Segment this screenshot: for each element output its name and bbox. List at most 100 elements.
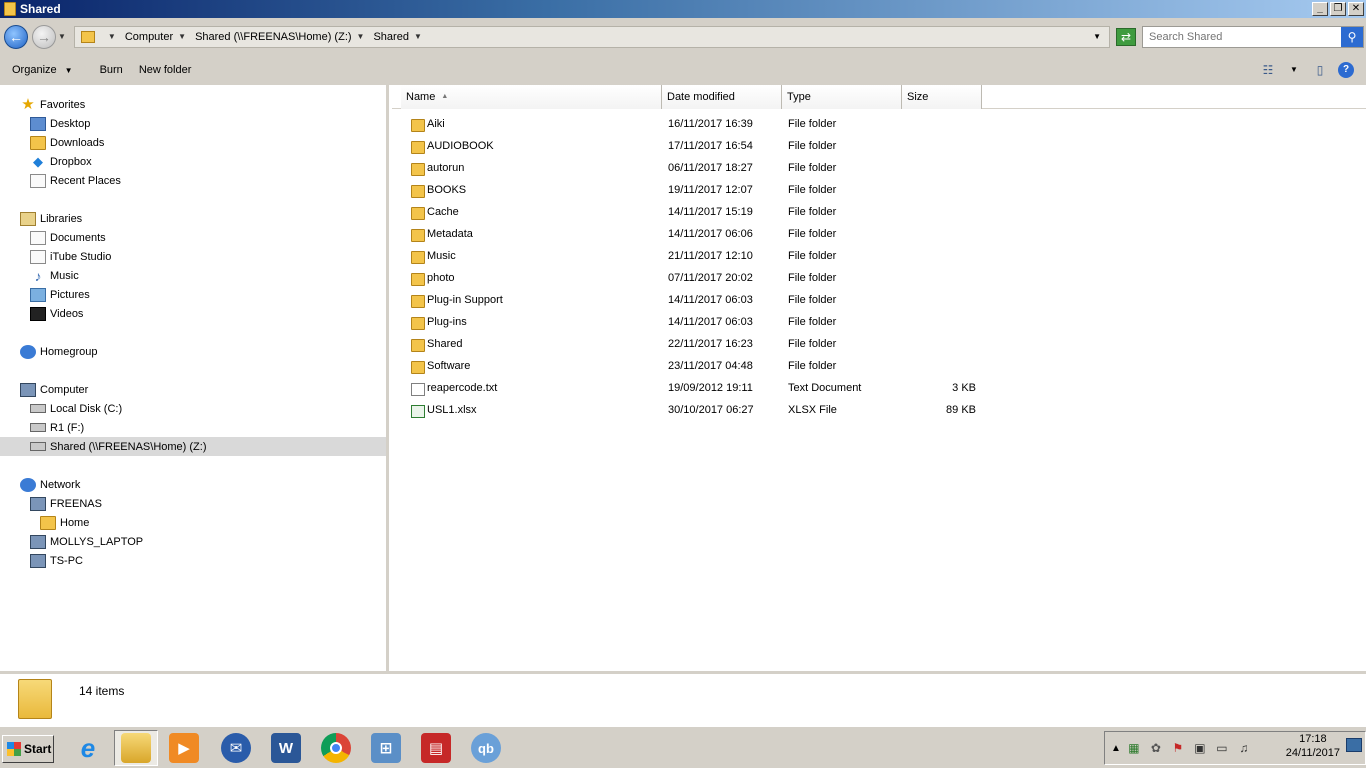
back-button[interactable]: ←	[4, 24, 28, 49]
help-icon[interactable]: ?	[1338, 62, 1354, 78]
address-history-dropdown[interactable]: ▼	[1093, 32, 1101, 41]
breadcrumb-shared-drive[interactable]: Shared (\\FREENAS\Home) (Z:)	[195, 31, 351, 43]
file-row[interactable]: Aiki 16/11/2017 16:39 File folder	[407, 115, 987, 135]
file-row[interactable]: Shared 22/11/2017 16:23 File folder	[407, 335, 987, 355]
view-options-icon[interactable]: ☷	[1260, 63, 1276, 77]
refresh-icon[interactable]: ⇄	[1116, 27, 1136, 46]
column-type[interactable]: Type	[782, 85, 902, 109]
nav-itube-studio[interactable]: iTube Studio	[30, 247, 111, 266]
file-row[interactable]: AUDIOBOOK 17/11/2017 16:54 File folder	[407, 137, 987, 157]
nav-r1-drive[interactable]: R1 (F:)	[30, 418, 84, 437]
forward-button[interactable]: →	[32, 24, 56, 49]
clock[interactable]: 17:18 24/11/2017	[1286, 732, 1340, 760]
shared-folder-icon	[40, 515, 56, 530]
new-folder-button[interactable]: New folder	[139, 64, 192, 76]
nav-documents[interactable]: Documents	[30, 228, 106, 247]
documents-icon	[30, 230, 46, 245]
file-row[interactable]: Metadata 14/11/2017 06:06 File folder	[407, 225, 987, 245]
nav-local-disk[interactable]: Local Disk (C:)	[30, 399, 122, 418]
file-date-modified: 14/11/2017 06:03	[668, 316, 753, 328]
nav-mollys-laptop[interactable]: MOLLYS_LAPTOP	[30, 532, 143, 551]
nav-videos[interactable]: Videos	[30, 304, 83, 323]
maximize-button[interactable]: ❐	[1330, 2, 1346, 16]
taskbar-chrome[interactable]	[314, 730, 358, 766]
chevron-down-icon[interactable]: ▼	[178, 32, 186, 41]
taskbar-network-app[interactable]: ⊞	[364, 730, 408, 766]
nav-downloads[interactable]: Downloads	[30, 133, 104, 152]
file-name: Software	[427, 360, 471, 372]
chevron-down-icon[interactable]: ▼	[108, 32, 116, 41]
chevron-down-icon[interactable]: ▼	[414, 32, 422, 41]
file-row[interactable]: autorun 06/11/2017 18:27 File folder	[407, 159, 987, 179]
close-button[interactable]: ✕	[1348, 2, 1364, 16]
network-status-icon[interactable]: ▦	[1126, 740, 1142, 756]
column-size[interactable]: Size	[902, 85, 982, 109]
file-name: autorun	[427, 162, 465, 174]
search-icon[interactable]: ⚲	[1341, 26, 1363, 47]
nav-shared-drive[interactable]: Shared (\\FREENAS\Home) (Z:)	[0, 437, 386, 456]
file-date-modified: 14/11/2017 06:03	[668, 294, 753, 306]
organize-button[interactable]: Organize ▼	[12, 64, 73, 76]
nav-dropbox[interactable]: ◆ Dropbox	[30, 152, 92, 171]
nav-freenas[interactable]: FREENAS	[30, 494, 102, 513]
taskbar-thunderbird[interactable]: ✉	[214, 730, 258, 766]
preview-pane-icon[interactable]: ▯	[1312, 63, 1328, 77]
minimize-button[interactable]: _	[1312, 2, 1328, 16]
address-input[interactable]: ▼ Computer ▼ Shared (\\FREENAS\Home) (Z:)…	[73, 25, 1110, 48]
chevron-down-icon[interactable]: ▼	[357, 32, 365, 41]
nav-network[interactable]: Network	[20, 475, 80, 494]
recent-pages-dropdown[interactable]: ▼	[58, 32, 66, 41]
file-type: File folder	[788, 360, 837, 372]
burn-button[interactable]: Burn	[100, 64, 123, 76]
display-icon[interactable]: ▭	[1214, 740, 1230, 756]
file-name: Metadata	[427, 228, 473, 240]
nav-ts-pc[interactable]: TS-PC	[30, 551, 83, 570]
dropbox-tray-icon[interactable]: ✿	[1148, 740, 1164, 756]
file-row[interactable]: Plug-in Support 14/11/2017 06:03 File fold…	[407, 291, 987, 311]
nav-homegroup[interactable]: Homegroup	[20, 342, 97, 361]
nav-recent-places[interactable]: Recent Places	[30, 171, 121, 190]
taskbar-media-player[interactable]: ▶	[162, 730, 206, 766]
nav-music[interactable]: ♪ Music	[30, 266, 79, 285]
security-alert-icon[interactable]: ⚑	[1170, 740, 1186, 756]
nav-favorites[interactable]: ★ Favorites	[20, 95, 85, 114]
taskbar-qbittorrent[interactable]: qb	[464, 730, 508, 766]
file-row[interactable]: photo 07/11/2017 20:02 File folder	[407, 269, 987, 289]
nav-desktop[interactable]: Desktop	[30, 114, 90, 133]
nav-computer[interactable]: Computer	[20, 380, 88, 399]
chevron-down-icon[interactable]: ▼	[1286, 63, 1302, 77]
volume-icon[interactable]: ♫	[1236, 740, 1252, 756]
file-row[interactable]: reapercode.txt 19/09/2012 19:11 Text Docum…	[407, 379, 987, 399]
taskbar-toolbox[interactable]: ▤	[414, 730, 458, 766]
file-row[interactable]: Software 23/11/2017 04:48 File folder	[407, 357, 987, 377]
folder-icon	[18, 679, 52, 719]
nav-libraries[interactable]: Libraries	[20, 209, 82, 228]
show-hidden-icons-icon[interactable]: ▲	[1111, 743, 1121, 754]
file-type: File folder	[788, 338, 837, 350]
network-icon	[20, 477, 36, 492]
search-input[interactable]	[1143, 30, 1341, 43]
folder-icon	[411, 361, 425, 374]
nav-pictures[interactable]: Pictures	[30, 285, 90, 304]
breadcrumb-computer[interactable]: Computer	[125, 31, 173, 43]
file-row[interactable]: Music 21/11/2017 12:10 File folder	[407, 247, 987, 267]
file-row[interactable]: USL1.xlsx 30/10/2017 06:27 XLSX File 89 KB	[407, 401, 987, 421]
file-row[interactable]: Cache 14/11/2017 15:19 File folder	[407, 203, 987, 223]
show-desktop-icon[interactable]	[1346, 738, 1362, 752]
taskbar-word[interactable]: W	[264, 730, 308, 766]
network-drive-icon	[30, 442, 46, 451]
start-button[interactable]: Start	[2, 735, 54, 763]
file-row[interactable]: BOOKS 19/11/2017 12:07 File folder	[407, 181, 987, 201]
usb-device-icon[interactable]: ▣	[1192, 740, 1208, 756]
column-date-modified[interactable]: Date modified	[662, 85, 782, 109]
file-row[interactable]: Plug-ins 14/11/2017 06:03 File folder	[407, 313, 987, 333]
file-date-modified: 14/11/2017 06:06	[668, 228, 753, 240]
column-name[interactable]: Name ▲	[401, 85, 662, 109]
file-date-modified: 17/11/2017 16:54	[668, 140, 753, 152]
nav-home[interactable]: Home	[40, 513, 89, 532]
search-box[interactable]: ⚲	[1142, 25, 1364, 48]
breadcrumb-shared-folder[interactable]: Shared	[373, 31, 408, 43]
taskbar-explorer[interactable]	[114, 730, 158, 766]
taskbar-internet-explorer[interactable]: e	[66, 730, 110, 766]
navigation-pane: ★ Favorites Desktop Downloads ◆ Dropbox Re…	[0, 85, 389, 671]
